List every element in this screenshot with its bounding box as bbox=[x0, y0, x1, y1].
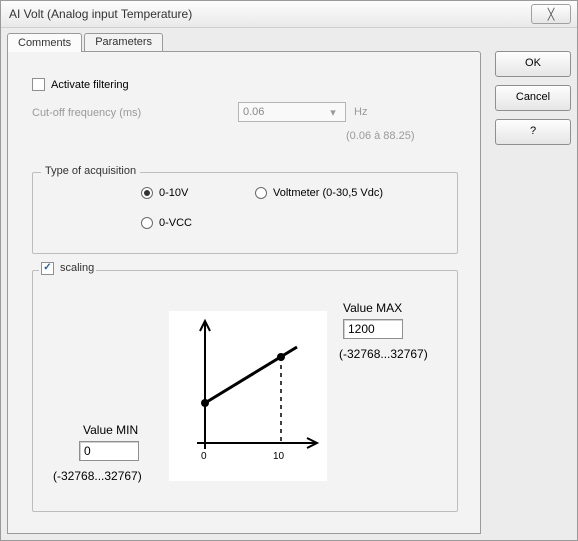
scaling-graph: 0 10 bbox=[169, 311, 327, 481]
scaling-group: ✓ scaling Value MAX (-32768...32767) Val… bbox=[32, 270, 458, 512]
checkbox-icon: ✓ bbox=[41, 262, 54, 275]
dropdown-arrow-icon: ▾ bbox=[325, 106, 341, 119]
radio-0-vcc[interactable]: 0-VCC bbox=[141, 217, 192, 229]
value-max-range: (-32768...32767) bbox=[339, 347, 428, 361]
cancel-button[interactable]: Cancel bbox=[495, 85, 571, 111]
radio-icon bbox=[141, 217, 153, 229]
cutoff-label: Cut-off frequency (ms) bbox=[32, 107, 141, 119]
cutoff-frequency-select: 0.06 ▾ bbox=[238, 102, 346, 122]
radio-voltmeter-label: Voltmeter (0-30,5 Vdc) bbox=[273, 187, 383, 199]
radio-voltmeter[interactable]: Voltmeter (0-30,5 Vdc) bbox=[255, 187, 383, 199]
scaling-label: scaling bbox=[60, 262, 94, 274]
radio-0-vcc-label: 0-VCC bbox=[159, 217, 192, 229]
window-title: AI Volt (Analog input Temperature) bbox=[9, 7, 192, 21]
titlebar: AI Volt (Analog input Temperature) ╳ bbox=[1, 1, 577, 28]
value-max-input[interactable] bbox=[343, 319, 403, 339]
tab-parameters[interactable]: Parameters bbox=[84, 33, 163, 51]
close-icon: ╳ bbox=[548, 8, 555, 21]
radio-0-10v[interactable]: 0-10V bbox=[141, 187, 188, 199]
dialog-window: AI Volt (Analog input Temperature) ╳ OK … bbox=[0, 0, 578, 541]
scaling-graph-icon bbox=[169, 311, 327, 481]
help-button[interactable]: ? bbox=[495, 119, 571, 145]
checkbox-icon bbox=[32, 78, 45, 91]
activate-filtering-checkbox[interactable]: Activate filtering bbox=[32, 78, 129, 91]
cutoff-range: (0.06 à 88.25) bbox=[346, 130, 415, 142]
tab-comments[interactable]: Comments bbox=[7, 33, 82, 52]
activate-filtering-label: Activate filtering bbox=[51, 79, 129, 91]
close-button[interactable]: ╳ bbox=[531, 4, 571, 24]
radio-0-10v-label: 0-10V bbox=[159, 187, 188, 199]
axis-label-0: 0 bbox=[201, 451, 207, 462]
cutoff-unit: Hz bbox=[354, 106, 367, 118]
scaling-checkbox[interactable]: ✓ scaling bbox=[41, 262, 94, 275]
axis-label-10: 10 bbox=[273, 451, 284, 462]
radio-icon bbox=[255, 187, 267, 199]
acquisition-group: Type of acquisition 0-10V Voltmeter (0-3… bbox=[32, 172, 458, 254]
scaling-legend-wrap: ✓ scaling bbox=[39, 261, 96, 275]
ok-button[interactable]: OK bbox=[495, 51, 571, 77]
value-max-label: Value MAX bbox=[343, 301, 402, 315]
acquisition-legend: Type of acquisition bbox=[41, 165, 140, 177]
tab-control: Comments Parameters Activate filtering C… bbox=[7, 31, 481, 534]
value-min-label: Value MIN bbox=[83, 423, 138, 437]
client-area: OK Cancel ? Comments Parameters Activate… bbox=[7, 31, 571, 534]
tab-page: Activate filtering Cut-off frequency (ms… bbox=[7, 51, 481, 534]
dialog-buttons: OK Cancel ? bbox=[495, 51, 571, 145]
cutoff-value: 0.06 bbox=[243, 106, 264, 118]
radio-icon bbox=[141, 187, 153, 199]
tab-strip: Comments Parameters bbox=[7, 31, 481, 51]
value-min-range: (-32768...32767) bbox=[53, 469, 142, 483]
value-min-input[interactable] bbox=[79, 441, 139, 461]
